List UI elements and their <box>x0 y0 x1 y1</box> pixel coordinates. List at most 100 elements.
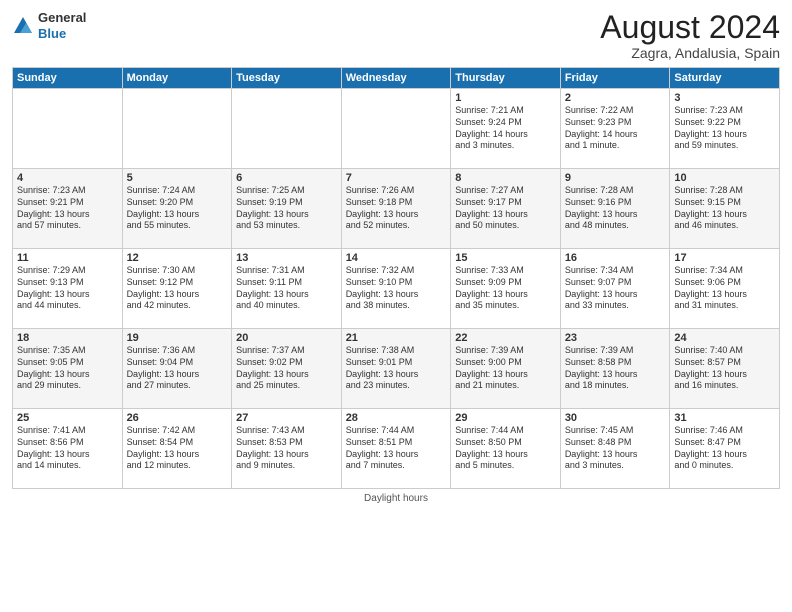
day-info-line: Sunset: 9:16 PM <box>565 197 666 209</box>
day-info-line: Sunset: 9:05 PM <box>17 357 118 369</box>
day-info-line: and 33 minutes. <box>565 300 666 312</box>
day-number-30: 30 <box>565 412 666 424</box>
day-info-line: Sunrise: 7:31 AM <box>236 265 337 277</box>
logo-blue: Blue <box>38 26 86 42</box>
day-info-line: Daylight: 13 hours <box>236 369 337 381</box>
day-number-18: 18 <box>17 332 118 344</box>
day-info-line: and 38 minutes. <box>346 300 447 312</box>
day-number-22: 22 <box>455 332 556 344</box>
calendar-cell-1-3: 7Sunrise: 7:26 AMSunset: 9:18 PMDaylight… <box>341 169 451 249</box>
day-info-line: Daylight: 13 hours <box>455 449 556 461</box>
day-info-line: Sunrise: 7:25 AM <box>236 185 337 197</box>
day-info-line: and 3 minutes. <box>455 140 556 152</box>
day-info-line: and 53 minutes. <box>236 220 337 232</box>
logo-icon <box>12 15 34 37</box>
calendar-cell-0-2 <box>232 89 342 169</box>
day-info-line: and 44 minutes. <box>17 300 118 312</box>
day-info-line: Daylight: 13 hours <box>17 449 118 461</box>
day-info-line: Sunrise: 7:29 AM <box>17 265 118 277</box>
calendar-cell-1-0: 4Sunrise: 7:23 AMSunset: 9:21 PMDaylight… <box>13 169 123 249</box>
day-info-line: Daylight: 13 hours <box>127 209 228 221</box>
day-info-line: Sunset: 9:06 PM <box>674 277 775 289</box>
day-info-line: Daylight: 13 hours <box>565 369 666 381</box>
week-row-4: 18Sunrise: 7:35 AMSunset: 9:05 PMDayligh… <box>13 329 780 409</box>
day-info-line: Sunrise: 7:28 AM <box>674 185 775 197</box>
day-info-line: and 25 minutes. <box>236 380 337 392</box>
day-info-line: Daylight: 13 hours <box>565 209 666 221</box>
col-monday: Monday <box>122 68 232 89</box>
day-info-line: Sunrise: 7:44 AM <box>455 425 556 437</box>
week-row-5: 25Sunrise: 7:41 AMSunset: 8:56 PMDayligh… <box>13 409 780 489</box>
day-info-line: Sunrise: 7:46 AM <box>674 425 775 437</box>
calendar-cell-4-4: 29Sunrise: 7:44 AMSunset: 8:50 PMDayligh… <box>451 409 561 489</box>
day-number-4: 4 <box>17 172 118 184</box>
day-info-line: Sunset: 8:57 PM <box>674 357 775 369</box>
day-number-14: 14 <box>346 252 447 264</box>
day-info-line: Sunset: 9:23 PM <box>565 117 666 129</box>
day-info-line: and 23 minutes. <box>346 380 447 392</box>
day-info-line: Daylight: 13 hours <box>17 209 118 221</box>
calendar-cell-2-3: 14Sunrise: 7:32 AMSunset: 9:10 PMDayligh… <box>341 249 451 329</box>
calendar-cell-3-1: 19Sunrise: 7:36 AMSunset: 9:04 PMDayligh… <box>122 329 232 409</box>
day-info-line: Sunrise: 7:23 AM <box>17 185 118 197</box>
day-number-23: 23 <box>565 332 666 344</box>
day-number-27: 27 <box>236 412 337 424</box>
day-info-line: Daylight: 13 hours <box>455 209 556 221</box>
logo: General Blue <box>12 10 86 41</box>
calendar-cell-2-5: 16Sunrise: 7:34 AMSunset: 9:07 PMDayligh… <box>560 249 670 329</box>
day-info-line: Sunset: 8:47 PM <box>674 437 775 449</box>
day-number-8: 8 <box>455 172 556 184</box>
day-info-line: and 48 minutes. <box>565 220 666 232</box>
day-number-2: 2 <box>565 92 666 104</box>
day-info-line: and 16 minutes. <box>674 380 775 392</box>
calendar-cell-0-3 <box>341 89 451 169</box>
day-info-line: Sunrise: 7:43 AM <box>236 425 337 437</box>
day-number-17: 17 <box>674 252 775 264</box>
day-info-line: Sunrise: 7:33 AM <box>455 265 556 277</box>
day-info-line: Daylight: 13 hours <box>127 369 228 381</box>
col-friday: Friday <box>560 68 670 89</box>
calendar-cell-0-1 <box>122 89 232 169</box>
calendar-header-row: Sunday Monday Tuesday Wednesday Thursday… <box>13 68 780 89</box>
calendar-cell-4-5: 30Sunrise: 7:45 AMSunset: 8:48 PMDayligh… <box>560 409 670 489</box>
day-info-line: Daylight: 13 hours <box>236 289 337 301</box>
day-info-line: Sunset: 8:56 PM <box>17 437 118 449</box>
day-number-15: 15 <box>455 252 556 264</box>
day-info-line: and 9 minutes. <box>236 460 337 472</box>
logo-general: General <box>38 10 86 26</box>
month-title: August 2024 <box>600 10 780 45</box>
week-row-2: 4Sunrise: 7:23 AMSunset: 9:21 PMDaylight… <box>13 169 780 249</box>
day-info-line: Sunrise: 7:34 AM <box>674 265 775 277</box>
day-info-line: Daylight: 13 hours <box>674 289 775 301</box>
day-info-line: Sunset: 9:19 PM <box>236 197 337 209</box>
day-number-24: 24 <box>674 332 775 344</box>
day-info-line: Daylight: 13 hours <box>565 289 666 301</box>
day-info-line: Sunrise: 7:44 AM <box>346 425 447 437</box>
day-info-line: Sunset: 8:51 PM <box>346 437 447 449</box>
day-info-line: and 59 minutes. <box>674 140 775 152</box>
day-info-line: Daylight: 13 hours <box>17 369 118 381</box>
calendar-cell-2-6: 17Sunrise: 7:34 AMSunset: 9:06 PMDayligh… <box>670 249 780 329</box>
day-info-line: Sunset: 8:48 PM <box>565 437 666 449</box>
day-info-line: Sunrise: 7:22 AM <box>565 105 666 117</box>
day-info-line: and 1 minute. <box>565 140 666 152</box>
calendar-cell-4-2: 27Sunrise: 7:43 AMSunset: 8:53 PMDayligh… <box>232 409 342 489</box>
day-info-line: Daylight: 13 hours <box>565 449 666 461</box>
day-info-line: Sunset: 9:20 PM <box>127 197 228 209</box>
day-info-line: Daylight: 13 hours <box>127 289 228 301</box>
location: Zagra, Andalusia, Spain <box>600 45 780 61</box>
calendar-cell-2-0: 11Sunrise: 7:29 AMSunset: 9:13 PMDayligh… <box>13 249 123 329</box>
day-info-line: and 52 minutes. <box>346 220 447 232</box>
day-info-line: and 14 minutes. <box>17 460 118 472</box>
day-info-line: Sunset: 9:02 PM <box>236 357 337 369</box>
day-info-line: Daylight: 13 hours <box>674 209 775 221</box>
day-info-line: and 35 minutes. <box>455 300 556 312</box>
day-number-25: 25 <box>17 412 118 424</box>
day-number-6: 6 <box>236 172 337 184</box>
calendar-cell-4-0: 25Sunrise: 7:41 AMSunset: 8:56 PMDayligh… <box>13 409 123 489</box>
day-info-line: and 55 minutes. <box>127 220 228 232</box>
day-number-12: 12 <box>127 252 228 264</box>
calendar-cell-4-6: 31Sunrise: 7:46 AMSunset: 8:47 PMDayligh… <box>670 409 780 489</box>
day-info-line: and 18 minutes. <box>565 380 666 392</box>
logo-text: General Blue <box>38 10 86 41</box>
